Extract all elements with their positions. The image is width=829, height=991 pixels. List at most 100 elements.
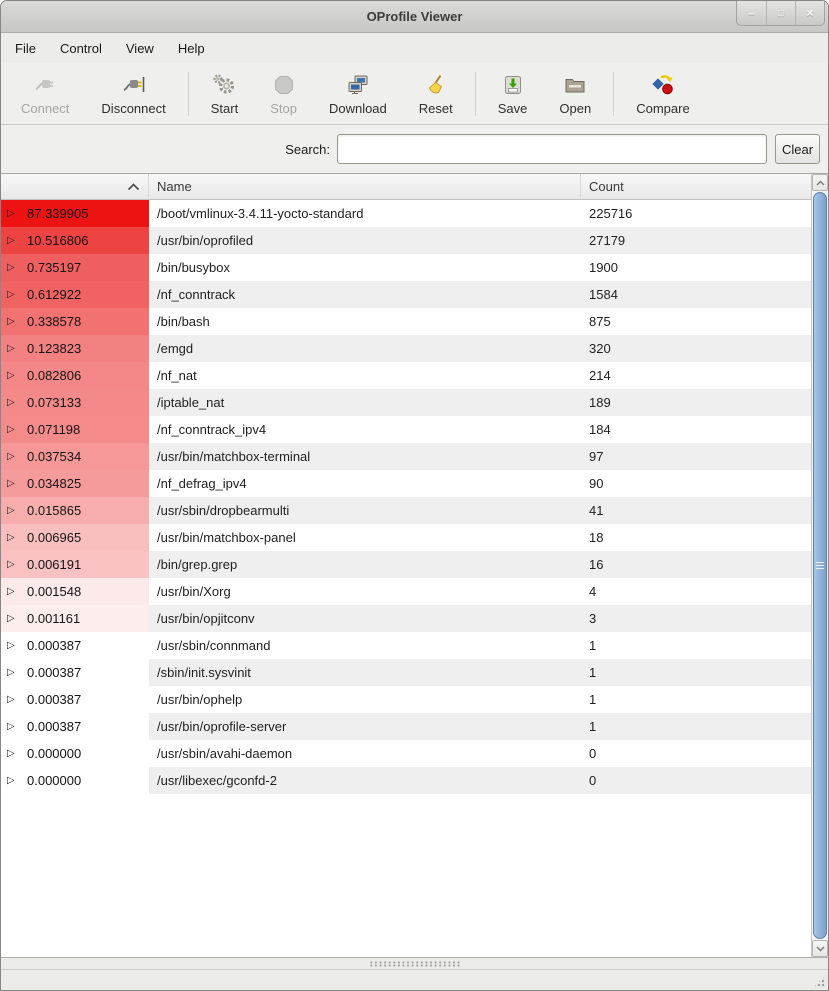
close-button[interactable]: ×: [795, 1, 824, 25]
pane-splitter: [1, 957, 828, 970]
toolbar-button-connect[interactable]: Connect: [8, 67, 82, 121]
row-expander-icon[interactable]: ▷: [7, 236, 19, 246]
row-expander-icon[interactable]: ▷: [7, 776, 19, 786]
row-expander-icon[interactable]: ▷: [7, 317, 19, 327]
table-row[interactable]: ▷10.516806/usr/bin/oprofiled27179: [1, 227, 811, 254]
table-row[interactable]: ▷0.082806/nf_nat214: [1, 362, 811, 389]
table-row[interactable]: ▷0.338578/bin/bash875: [1, 308, 811, 335]
maximize-button[interactable]: □: [766, 1, 795, 25]
row-percent-cell: ▷0.001548: [1, 578, 149, 605]
reset-icon: [424, 72, 448, 99]
row-expander-icon[interactable]: ▷: [7, 614, 19, 624]
menu-view[interactable]: View: [114, 35, 166, 62]
row-expander-icon[interactable]: ▷: [7, 479, 19, 489]
minimize-button[interactable]: –: [737, 1, 766, 25]
row-percent-cell: ▷ 0.006965: [1, 524, 149, 551]
title-bar[interactable]: OProfile Viewer – □ ×: [1, 1, 828, 33]
scroll-down-button[interactable]: [812, 940, 828, 957]
row-expander-icon[interactable]: ▷: [7, 452, 19, 462]
row-expander-icon[interactable]: ▷: [7, 749, 19, 759]
download-icon: [346, 72, 370, 99]
table-row[interactable]: ▷0.037534/usr/bin/matchbox-terminal97: [1, 443, 811, 470]
row-percent-cell: ▷0.338578: [1, 308, 149, 335]
table-row[interactable]: ▷0.071198/nf_conntrack_ipv4184: [1, 416, 811, 443]
row-expander-icon[interactable]: ▷: [7, 668, 19, 678]
table-row[interactable]: ▷0.006965/usr/bin/matchbox-panel18: [1, 524, 811, 551]
row-expander-icon[interactable]: ▷: [7, 560, 19, 570]
row-count: 1: [581, 686, 811, 713]
table-row[interactable]: ▷0.001548/usr/bin/Xorg4: [1, 578, 811, 605]
column-header-name[interactable]: Name: [149, 174, 581, 199]
column-header-count[interactable]: Count: [581, 174, 811, 199]
table-row[interactable]: ▷87.339905/boot/vmlinux-3.4.11-yocto-sta…: [1, 200, 811, 227]
row-expander-icon[interactable]: ▷: [7, 722, 19, 732]
search-row: Search: Clear: [1, 125, 828, 173]
toolbar-button-reset[interactable]: Reset: [406, 67, 466, 121]
menu-control[interactable]: Control: [48, 35, 114, 62]
row-expander-icon[interactable]: ▷: [7, 344, 19, 354]
toolbar-button-compare[interactable]: Compare: [623, 67, 702, 121]
column-header-percent[interactable]: [1, 174, 149, 199]
table-row[interactable]: ▷0.073133/iptable_nat189: [1, 389, 811, 416]
toolbar-button-stop[interactable]: Stop: [257, 67, 310, 121]
table-row[interactable]: ▷ 0.000387/usr/bin/ophelp1: [1, 686, 811, 713]
row-percent: 0.071198: [27, 422, 80, 437]
row-name: /sbin/init.sysvinit: [149, 659, 581, 686]
toolbar-button-label: Connect: [21, 101, 69, 116]
row-expander-icon[interactable]: ▷: [7, 533, 19, 543]
toolbar-button-start[interactable]: Start: [198, 67, 251, 121]
row-expander-icon[interactable]: ▷: [7, 587, 19, 597]
row-expander-icon[interactable]: ▷: [7, 263, 19, 273]
table-row[interactable]: ▷0.015865/usr/sbin/dropbearmulti41: [1, 497, 811, 524]
row-count: 1: [581, 713, 811, 740]
toolbar-button-disconnect[interactable]: Disconnect: [88, 67, 178, 121]
row-percent-cell: ▷0.037534: [1, 443, 149, 470]
menu-file[interactable]: File: [3, 35, 48, 62]
scroll-up-button[interactable]: [812, 174, 828, 191]
row-expander-icon[interactable]: ▷: [7, 695, 19, 705]
row-expander-icon[interactable]: ▷: [7, 209, 19, 219]
row-name: /usr/sbin/dropbearmulti: [149, 497, 581, 524]
scrollbar-thumb[interactable]: [813, 192, 827, 939]
toolbar-button-label: Start: [211, 101, 238, 116]
table-row[interactable]: ▷0.034825/nf_defrag_ipv490: [1, 470, 811, 497]
row-expander-icon[interactable]: ▷: [7, 371, 19, 381]
row-expander-icon[interactable]: ▷: [7, 641, 19, 651]
table-row[interactable]: ▷0.000000/usr/sbin/avahi-daemon0: [1, 740, 811, 767]
row-count: 1584: [581, 281, 811, 308]
row-name: /usr/bin/ophelp: [149, 686, 581, 713]
row-expander-icon[interactable]: ▷: [7, 398, 19, 408]
table-row[interactable]: ▷0.000387/usr/sbin/connmand1: [1, 632, 811, 659]
row-expander-icon[interactable]: ▷: [7, 425, 19, 435]
search-input[interactable]: [337, 134, 767, 164]
splitter-handle-icon[interactable]: [369, 961, 461, 967]
row-name: /iptable_nat: [149, 389, 581, 416]
menu-help[interactable]: Help: [166, 35, 217, 62]
row-expander-icon[interactable]: ▷: [7, 290, 19, 300]
scrollbar-track[interactable]: [812, 191, 828, 940]
row-expander-icon[interactable]: ▷: [7, 506, 19, 516]
status-bar: [1, 970, 828, 990]
table-row[interactable]: ▷0.006191/bin/grep.grep16: [1, 551, 811, 578]
connect-icon: [33, 72, 57, 99]
resize-grip-icon[interactable]: [813, 975, 826, 988]
table-row[interactable]: ▷0.612922/nf_conntrack1584: [1, 281, 811, 308]
row-percent-cell: ▷ 0.073133: [1, 389, 149, 416]
toolbar-button-save[interactable]: Save: [485, 67, 541, 121]
menu-bar: File Control View Help: [1, 33, 828, 63]
table-row[interactable]: ▷0.001161/usr/bin/opjitconv3: [1, 605, 811, 632]
clear-button[interactable]: Clear: [775, 134, 820, 164]
table-row[interactable]: ▷0.000387/sbin/init.sysvinit1: [1, 659, 811, 686]
row-count: 1900: [581, 254, 811, 281]
profile-table: Name Count ▷87.339905/boot/vmlinux-3.4.1…: [1, 173, 828, 957]
toolbar-button-open[interactable]: Open: [546, 67, 604, 121]
toolbar-button-download[interactable]: Download: [316, 67, 400, 121]
row-percent: 0.006965: [27, 530, 81, 545]
row-percent-cell: ▷0.735197: [1, 254, 149, 281]
table-row[interactable]: ▷0.000387/usr/bin/oprofile-server1: [1, 713, 811, 740]
table-row[interactable]: ▷0.123823/emgd320: [1, 335, 811, 362]
row-percent: 0.073133: [27, 395, 81, 410]
table-row[interactable]: ▷0.735197/bin/busybox1900: [1, 254, 811, 281]
table-row[interactable]: ▷0.000000/usr/libexec/gconfd-20: [1, 767, 811, 794]
row-percent: 0.000387: [27, 692, 81, 707]
